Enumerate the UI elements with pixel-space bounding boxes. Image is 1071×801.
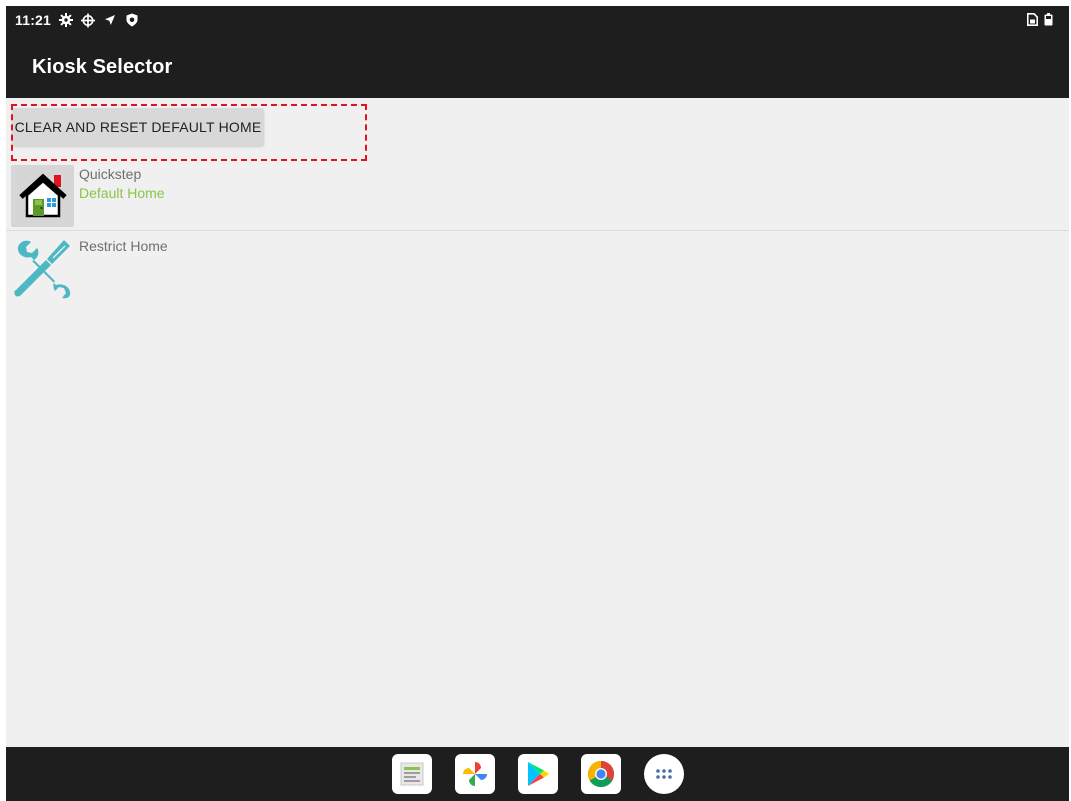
- play-store-icon[interactable]: [517, 754, 558, 794]
- gear-icon: [59, 13, 74, 27]
- app-bar: Kiosk Selector: [6, 34, 1069, 98]
- files-icon[interactable]: [391, 754, 432, 794]
- wrench-screwdriver-icon: [11, 237, 74, 299]
- location-arrow-icon: [103, 13, 117, 27]
- shield-icon: [125, 13, 139, 27]
- crosshair-icon: [81, 13, 96, 27]
- sim-card-icon: [1025, 12, 1039, 26]
- battery-icon: [1041, 12, 1055, 26]
- device-screen: 11:21 Kiosk Selector CLEAR AND RESET DEF…: [6, 6, 1069, 801]
- launcher-item-quickstep[interactable]: Quickstep Default Home: [6, 162, 1069, 231]
- app-drawer-icon[interactable]: [643, 754, 684, 794]
- launcher-item-restrict-home[interactable]: Restrict Home: [6, 234, 1069, 302]
- nav-dock-bar: [6, 747, 1069, 801]
- status-time: 11:21: [15, 12, 52, 28]
- page-title: Kiosk Selector: [32, 56, 173, 78]
- clear-reset-default-home-button[interactable]: CLEAR AND RESET DEFAULT HOME: [12, 108, 264, 146]
- launcher-title: Restrict Home: [79, 238, 168, 254]
- house-icon: [11, 165, 74, 227]
- content-area: CLEAR AND RESET DEFAULT HOME Quickstep D…: [6, 98, 1069, 747]
- pinwheel-photos-icon[interactable]: [454, 754, 495, 794]
- default-home-label: Default Home: [79, 185, 165, 201]
- chrome-icon[interactable]: [580, 754, 621, 794]
- status-bar: 11:21: [6, 6, 1069, 34]
- launcher-title: Quickstep: [79, 166, 142, 182]
